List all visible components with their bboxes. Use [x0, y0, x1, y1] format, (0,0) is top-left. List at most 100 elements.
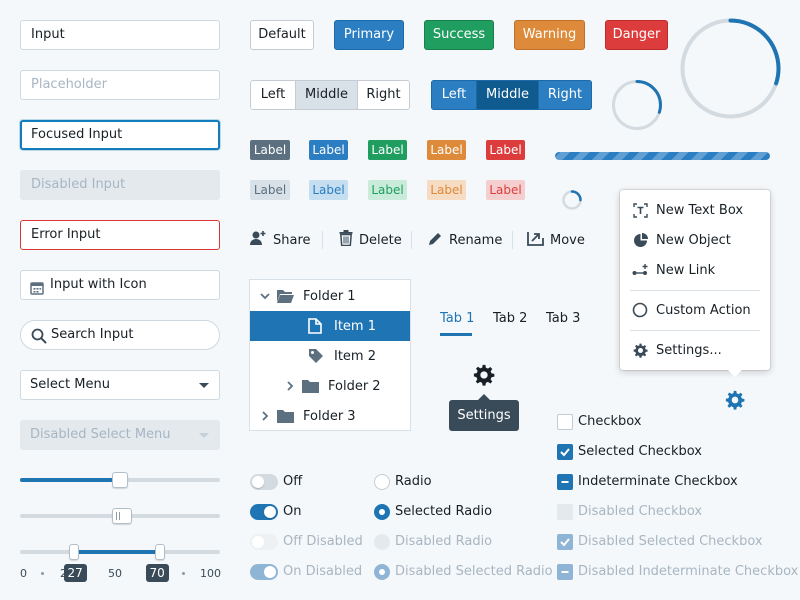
label-minimal-default: Label	[250, 180, 290, 200]
slider-tick-dot	[41, 572, 44, 575]
delete-button[interactable]: Delete	[339, 230, 402, 250]
radio-disabled-selected	[374, 564, 390, 580]
tree-node-item1[interactable]: Item 1	[250, 311, 410, 341]
group-middle-button[interactable]: Middle	[476, 80, 539, 110]
danger-button[interactable]: Danger	[605, 20, 668, 50]
range-slider-high-handle[interactable]	[155, 544, 165, 560]
placeholder-input[interactable]: Placeholder	[20, 70, 220, 100]
group-middle-button[interactable]: Middle	[295, 80, 358, 110]
progress-bar-fill	[555, 152, 770, 160]
select-menu[interactable]: Select Menu	[20, 370, 220, 400]
label-danger: Label	[486, 140, 525, 160]
slider-handle[interactable]	[112, 472, 128, 488]
menu-item-label: New Link	[656, 262, 716, 278]
disabled-input: Disabled Input	[20, 170, 220, 200]
label-minimal-danger: Label	[486, 180, 525, 200]
button-group: Left Middle Right	[250, 80, 410, 110]
new-text-box-icon	[631, 202, 649, 218]
tree-node-label: Folder 1	[303, 288, 356, 304]
gear-icon[interactable]	[473, 364, 495, 390]
focused-input[interactable]: Focused Input	[20, 120, 220, 150]
gear-icon-blue[interactable]	[725, 390, 745, 414]
primary-button[interactable]: Primary	[334, 20, 404, 50]
group-right-button[interactable]: Right	[357, 80, 410, 110]
switch-off[interactable]	[250, 474, 278, 490]
select-value: Disabled Select Menu	[30, 427, 171, 442]
range-slider-low-handle[interactable]	[69, 544, 79, 560]
checkbox-label: Selected Checkbox	[578, 444, 702, 459]
menu-item-new-link[interactable]: New Link	[620, 256, 770, 284]
tree-node-item2[interactable]: Item 2	[250, 341, 410, 371]
progress-bar	[555, 152, 770, 160]
switch-on[interactable]	[250, 504, 278, 520]
checkbox[interactable]	[557, 414, 573, 430]
calendar-icon	[30, 278, 44, 299]
menu-item-settings[interactable]: Settings...	[620, 336, 770, 364]
warning-button[interactable]: Warning	[514, 20, 585, 50]
group-right-button[interactable]: Right	[538, 80, 592, 110]
settings-tooltip: Settings	[449, 394, 519, 431]
range-slider-fill	[74, 550, 160, 554]
menu-item-custom-action[interactable]: Custom Action	[620, 296, 770, 324]
toolbar-divider	[322, 231, 323, 249]
icon-input[interactable]: Input with Icon	[20, 270, 220, 300]
group-left-button[interactable]: Left	[431, 80, 477, 110]
switch-label: Off	[283, 474, 303, 489]
label-minimal-primary: Label	[309, 180, 348, 200]
radio[interactable]	[374, 474, 390, 490]
select-value: Select Menu	[30, 377, 110, 392]
tab-2[interactable]: Tab 2	[493, 311, 527, 326]
tree-node-folder3[interactable]: Folder 3	[250, 401, 410, 431]
add-user-icon	[250, 230, 267, 250]
range-low-value: 27	[63, 564, 87, 582]
switch-label: Off Disabled	[283, 534, 363, 549]
range-slider-track[interactable]	[20, 550, 220, 554]
delete-label: Delete	[359, 232, 402, 248]
radio-label: Radio	[395, 474, 432, 489]
document-icon	[308, 318, 326, 334]
chevron-right-icon[interactable]	[259, 411, 271, 421]
tree-node-folder1[interactable]: Folder 1	[250, 281, 410, 311]
move-button[interactable]: Move	[527, 230, 585, 250]
slider-tick-label: 50	[108, 567, 122, 580]
input-value: Disabled Input	[31, 177, 126, 192]
tag-icon	[308, 348, 326, 364]
menu-divider	[630, 330, 760, 331]
label-warning: Label	[427, 140, 466, 160]
checkbox-label: Checkbox	[578, 414, 642, 429]
default-button[interactable]: Default	[250, 20, 314, 50]
menu-item-new-object[interactable]: New Object	[620, 226, 770, 254]
chevron-right-icon[interactable]	[284, 381, 296, 391]
label-default: Label	[250, 140, 290, 160]
checkbox-indeterminate[interactable]	[557, 474, 573, 490]
checkbox-disabled-indeterminate	[557, 564, 573, 580]
chevron-down-icon[interactable]	[259, 292, 271, 300]
tab-1[interactable]: Tab 1	[440, 311, 474, 326]
search-input[interactable]: Search Input	[20, 320, 220, 350]
checkbox-selected[interactable]	[557, 444, 573, 460]
error-input[interactable]: Error Input	[20, 220, 220, 250]
tab-3[interactable]: Tab 3	[546, 311, 580, 326]
switch-label: On	[283, 504, 302, 519]
share-button[interactable]: Share	[250, 230, 311, 250]
tree-view: Folder 1 Item 1 Item 2 Folder 2 Folder 3	[249, 279, 411, 431]
tree-node-label: Item 1	[334, 318, 376, 334]
folder-icon	[277, 409, 295, 423]
checkbox-label: Indeterminate Checkbox	[578, 474, 738, 489]
text-input[interactable]: Input	[20, 20, 220, 50]
menu-item-new-text-box[interactable]: New Text Box	[620, 196, 770, 224]
tree-node-folder2[interactable]: Folder 2	[250, 371, 410, 401]
radio-selected[interactable]	[374, 504, 390, 520]
success-button[interactable]: Success	[424, 20, 494, 50]
input-value: Focused Input	[31, 127, 123, 142]
slider-handle-2[interactable]	[112, 508, 132, 524]
spinner-small	[562, 190, 582, 210]
input-value: Error Input	[31, 227, 101, 242]
tree-node-label: Item 2	[334, 348, 376, 364]
menu-item-label: New Object	[656, 232, 731, 248]
gear-icon	[631, 343, 649, 358]
primary-button-group: Left Middle Right	[431, 80, 592, 110]
rename-button[interactable]: Rename	[428, 230, 502, 250]
group-left-button[interactable]: Left	[250, 80, 296, 110]
folder-icon	[302, 379, 320, 393]
